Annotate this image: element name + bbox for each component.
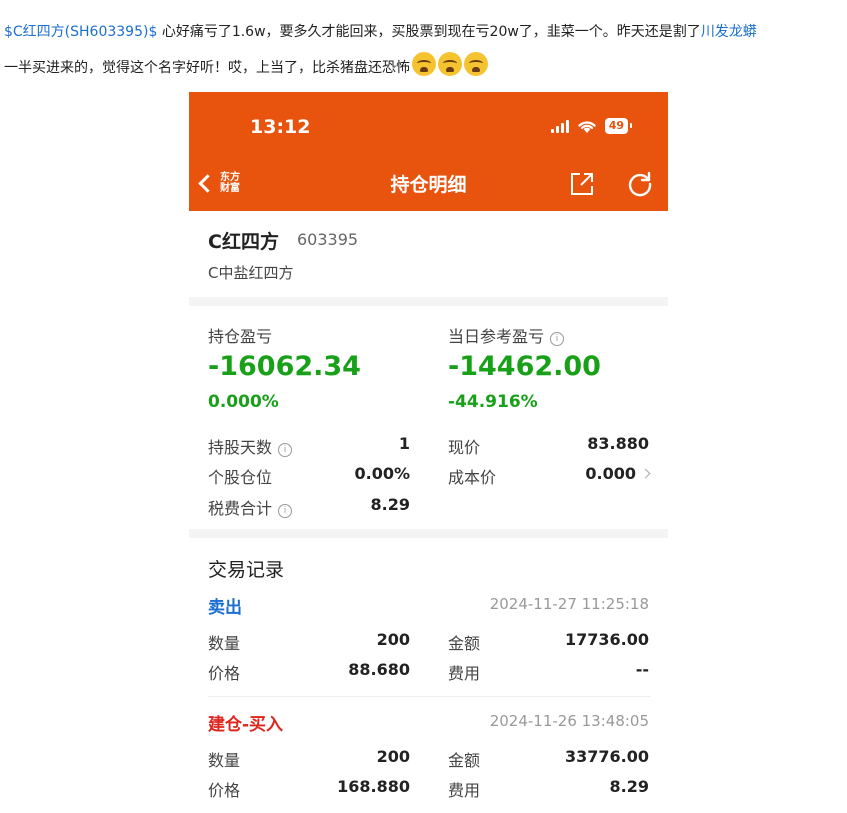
wifi-icon [577, 121, 596, 133]
crying-emoji-icon [438, 52, 462, 76]
trade-amount-value: 17736.00 [564, 630, 649, 649]
fee-total-label-text: 税费合计 [208, 499, 273, 518]
trade-fee-value: 8.29 [609, 777, 649, 796]
trade-type-sell: 卖出 [208, 598, 242, 618]
trade-type-buy: 建仓-买入 [208, 715, 284, 735]
post-text-part2: 一半买进来的，觉得这个名字好听！哎，上当了，比杀猪盘还恐怖 [4, 60, 410, 76]
status-time: 13:12 [250, 116, 311, 138]
position-ratio-label: 个股仓位 [208, 468, 273, 487]
trade-price-value: 88.680 [348, 660, 410, 679]
holding-pnl-percent: 0.000% [208, 392, 279, 412]
position-ratio-value: 0.00% [354, 464, 410, 483]
section-divider [189, 297, 668, 306]
today-pnl-value: -14462.00 [448, 351, 601, 382]
cost-price-value: 0.000 [585, 464, 636, 483]
trade-qty-value: 200 [376, 747, 410, 766]
fee-total-label: 税费合计 i [208, 495, 293, 519]
info-icon[interactable]: i [278, 504, 293, 518]
mentioned-stock-link[interactable]: 川发龙蟒 [701, 24, 757, 40]
signal-icon [550, 119, 569, 133]
trade-records-title: 交易记录 [208, 559, 285, 581]
crying-emoji-icon [412, 52, 436, 76]
trade-price-label: 价格 [208, 781, 241, 800]
section-divider [189, 529, 668, 538]
cost-price-label: 成本价 [448, 468, 497, 487]
trade-amount-label: 金额 [448, 634, 481, 653]
status-icons: 49 [550, 118, 633, 134]
trade-divider [208, 696, 651, 697]
fee-total-value: 8.29 [370, 495, 410, 514]
refresh-icon[interactable] [627, 171, 653, 197]
holding-pnl-label: 持仓盈亏 [208, 327, 273, 346]
page-title: 持仓明细 [390, 174, 467, 196]
stock-full-name: C中盐红四方 [208, 264, 294, 282]
post-text-part1: 心好痛亏了1.6w，要多久才能回来，买股票到现在亏20w了，韭菜一个。昨天还是割… [157, 24, 701, 40]
trade-price-value: 168.880 [337, 777, 410, 796]
screenshot-image: 13:12 49 东方财富 持仓明细 C红四方 603395 C中盐红四方 持仓… [189, 92, 668, 813]
info-icon[interactable]: i [550, 332, 565, 346]
trade-qty-label: 数量 [208, 634, 241, 653]
today-pnl-label: 当日参考盈亏 i [448, 323, 565, 347]
share-icon[interactable] [570, 172, 594, 196]
trade-amount-value: 33776.00 [564, 747, 649, 766]
app-header: 13:12 49 东方财富 持仓明细 [189, 92, 668, 211]
holding-days-value: 1 [398, 434, 410, 453]
stock-code: 603395 [297, 230, 359, 249]
holding-pnl-value: -16062.34 [208, 351, 361, 382]
today-pnl-percent: -44.916% [448, 392, 538, 412]
holding-days-label: 持股天数 i [208, 434, 293, 458]
post-text: $C红四方(SH603395)$ 心好痛亏了1.6w，要多久才能回来，买股票到现… [4, 14, 847, 86]
trade-qty-value: 200 [376, 630, 410, 649]
crying-emoji-icon [464, 52, 488, 76]
trade-price-label: 价格 [208, 664, 241, 683]
trade-fee-label: 费用 [448, 781, 481, 800]
trade-qty-label: 数量 [208, 751, 241, 770]
current-price-label: 现价 [448, 438, 481, 457]
current-price-value: 83.880 [587, 434, 649, 453]
stock-tag-link[interactable]: $C红四方(SH603395)$ [4, 24, 157, 40]
holding-days-label-text: 持股天数 [208, 438, 273, 457]
cost-price-row[interactable]: 0.000 [585, 464, 651, 483]
trade-amount-label: 金额 [448, 751, 481, 770]
trade-time: 2024-11-26 13:48:05 [489, 712, 649, 730]
stock-name: C红四方 [208, 231, 279, 253]
trade-time: 2024-11-27 11:25:18 [489, 595, 649, 613]
today-pnl-label-text: 当日参考盈亏 [448, 327, 545, 346]
chevron-right-icon [640, 468, 651, 479]
battery-indicator: 49 [604, 118, 633, 134]
trade-fee-label: 费用 [448, 664, 481, 683]
trade-fee-value: -- [635, 660, 649, 679]
info-icon[interactable]: i [278, 443, 293, 457]
